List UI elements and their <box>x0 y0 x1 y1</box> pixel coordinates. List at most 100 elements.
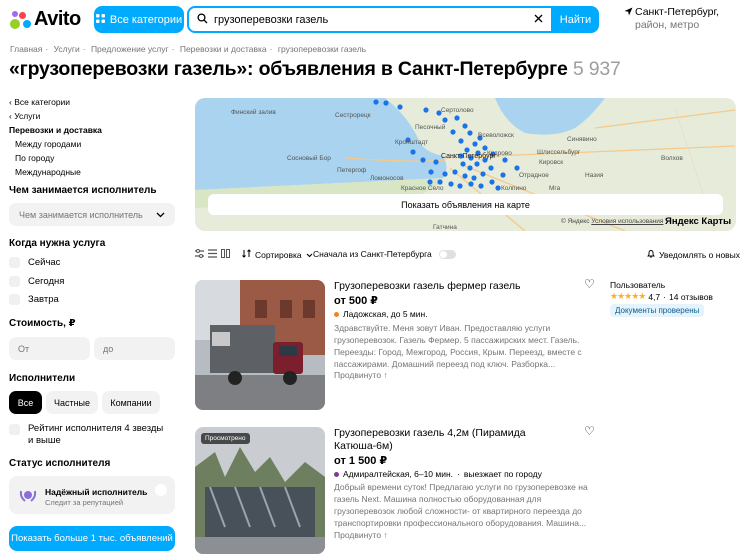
status-heading: Статус исполнителя <box>9 458 111 469</box>
map-terms-link[interactable]: Условия использования <box>591 218 663 225</box>
listing-metro-text: Ладожская, до 5 мин. <box>343 309 428 319</box>
all-categories-button[interactable]: Все категории <box>94 6 184 33</box>
listing-description: Добрый времени суток! Предлагаю услуги п… <box>334 482 588 528</box>
executors-option-companies[interactable]: Компании <box>102 391 160 414</box>
metro-dot-icon <box>334 471 339 477</box>
rating-filter[interactable]: Рейтинг исполнителя 4 звезды и выше <box>9 423 168 447</box>
local-first-label: Сначала из Санкт-Петербурга <box>313 249 432 259</box>
sidebar-back-all-label: Все категории <box>14 97 71 107</box>
list-view-icon[interactable] <box>208 249 217 260</box>
truck-photo <box>195 427 325 554</box>
toggle-switch[interactable] <box>438 249 456 259</box>
map-brand: Яндекс Карты <box>665 216 732 227</box>
map-copyright: © Яндекс Условия использования <box>561 218 663 225</box>
verified-badge: Документы проверены <box>610 304 705 317</box>
listing-title[interactable]: Грузоперевозки газель 4,2м (Пирамида Кат… <box>334 427 579 453</box>
all-categories-label: Все категории <box>109 13 183 26</box>
cost-to-input[interactable]: до <box>94 337 175 360</box>
sidebar-subcategory[interactable]: Международные <box>9 165 177 179</box>
chevron-down-icon <box>156 210 165 220</box>
checkbox-label: Завтра <box>28 294 59 305</box>
reviews-count[interactable]: 14 отзывов <box>669 292 713 302</box>
favorite-heart-icon[interactable]: ♡ <box>584 277 595 291</box>
map-label: Волхов <box>661 155 683 162</box>
logo-text: Avito <box>34 8 81 30</box>
map-label: Всеволожск <box>478 132 514 139</box>
grid-view-icon[interactable] <box>221 249 230 260</box>
toggle-switch[interactable] <box>155 484 167 496</box>
listing-price: от 500 ₽ <box>334 295 378 307</box>
location-arrow-icon <box>624 7 633 20</box>
grid-icon <box>95 13 105 26</box>
sidebar-subcategory[interactable]: По городу <box>9 151 177 165</box>
location-selector[interactable]: Санкт-Петербург, район, метро <box>624 6 719 32</box>
bell-icon <box>647 249 655 260</box>
map-copyright-text: © Яндекс <box>561 218 590 225</box>
map-label: Петергоф <box>337 167 367 174</box>
search-input[interactable]: грузоперевозки газель <box>214 14 528 26</box>
map-label: Кировск <box>539 159 563 166</box>
map-label: Песочный <box>415 123 446 131</box>
map-label: Колпино <box>501 185 527 192</box>
search-icon <box>197 12 208 27</box>
listing-photo[interactable]: Просмотрено <box>195 427 325 554</box>
show-more-button[interactable]: Показать больше 1 тыс. объявлений <box>9 526 175 551</box>
viewed-badge: Просмотрено <box>201 433 250 444</box>
listing-description: Здравствуйте. Меня зовут Иван. Предостав… <box>334 323 582 369</box>
breadcrumb-item[interactable]: Перевозки и доставка <box>180 44 267 54</box>
listing-metro-extra: выезжает по городу <box>463 469 542 479</box>
trusted-executor-toggle[interactable]: Надёжный исполнитель Следит за репутацие… <box>9 476 175 514</box>
sidebar-subcategory[interactable]: Между городами <box>9 137 177 151</box>
map-label: Сертолово <box>441 107 474 114</box>
page-title: «грузоперевозки газель»: объявления в Са… <box>9 58 621 81</box>
favorite-heart-icon[interactable]: ♡ <box>584 424 595 438</box>
sidebar-current-category[interactable]: Перевозки и доставка <box>9 123 177 137</box>
laurel-icon <box>18 485 38 510</box>
map-label: Финский залив <box>231 108 276 116</box>
map-label: Санкт-Петербург <box>441 152 496 160</box>
checkbox-label: Сегодня <box>28 276 65 287</box>
seller-type[interactable]: Пользователь <box>610 280 665 290</box>
rating-value: 4,7 <box>648 291 661 302</box>
map-preview[interactable]: Финский залив Сестрорецк Песочный Всевол… <box>195 98 736 231</box>
listing-photo[interactable] <box>195 280 325 410</box>
breadcrumb-item[interactable]: Предложение услуг <box>91 44 169 54</box>
filter-icon[interactable] <box>195 249 204 260</box>
search-field[interactable]: грузоперевозки газель <box>187 6 553 33</box>
breadcrumb-item[interactable]: Услуги <box>54 44 80 54</box>
sidebar-back-all[interactable]: ‹ Все категории <box>9 95 177 109</box>
clear-icon[interactable] <box>534 14 543 26</box>
sort-button[interactable]: Сортировка <box>242 249 313 260</box>
executors-option-all[interactable]: Все <box>9 391 42 414</box>
checkbox[interactable] <box>9 424 20 435</box>
when-option-tomorrow[interactable]: Завтра <box>9 294 59 305</box>
search-button[interactable]: Найти <box>552 6 599 33</box>
when-heading: Когда нужна услуга <box>9 238 106 249</box>
checkbox[interactable] <box>9 276 20 287</box>
metro-dot-icon <box>334 311 339 317</box>
notify-button[interactable]: Уведомлять о новых <box>647 249 740 260</box>
rating-filter-label: Рейтинг исполнителя 4 звезды и выше <box>28 423 164 446</box>
when-option-today[interactable]: Сегодня <box>9 276 64 287</box>
breadcrumb: Главная · Услуги · Предложение услуг · Пере… <box>10 44 367 54</box>
map-label: Назия <box>585 172 604 179</box>
checkbox[interactable] <box>9 257 20 268</box>
listing-metro-text: Адмиралтейская, 6–10 мин. <box>343 469 454 479</box>
map-label: Сосновый Бор <box>287 154 331 162</box>
show-on-map-button[interactable]: Показать объявления на карте <box>208 194 723 215</box>
sidebar-back-services[interactable]: ‹ Услуги <box>9 109 177 123</box>
cost-from-input[interactable]: От <box>9 337 90 360</box>
local-first-toggle[interactable]: Сначала из Санкт-Петербурга <box>313 249 456 259</box>
map-label: Гатчина <box>433 224 457 231</box>
executor-select[interactable]: Чем занимается исполнитель <box>9 203 175 226</box>
executors-option-private[interactable]: Частные <box>46 391 98 414</box>
breadcrumb-item[interactable]: Главная <box>10 44 42 54</box>
executor-select-placeholder: Чем занимается исполнитель <box>19 209 143 220</box>
when-option-now[interactable]: Сейчас <box>9 257 60 268</box>
checkbox-label: Сейчас <box>28 257 61 268</box>
checkbox[interactable] <box>9 294 20 305</box>
avito-logo[interactable]: Avito <box>9 8 81 31</box>
breadcrumb-item[interactable]: грузоперевозки газель <box>278 44 366 54</box>
promoted-label: Продвинуто ↑ <box>334 530 388 540</box>
listing-title[interactable]: Грузоперевозки газель фермер газель <box>334 280 520 292</box>
